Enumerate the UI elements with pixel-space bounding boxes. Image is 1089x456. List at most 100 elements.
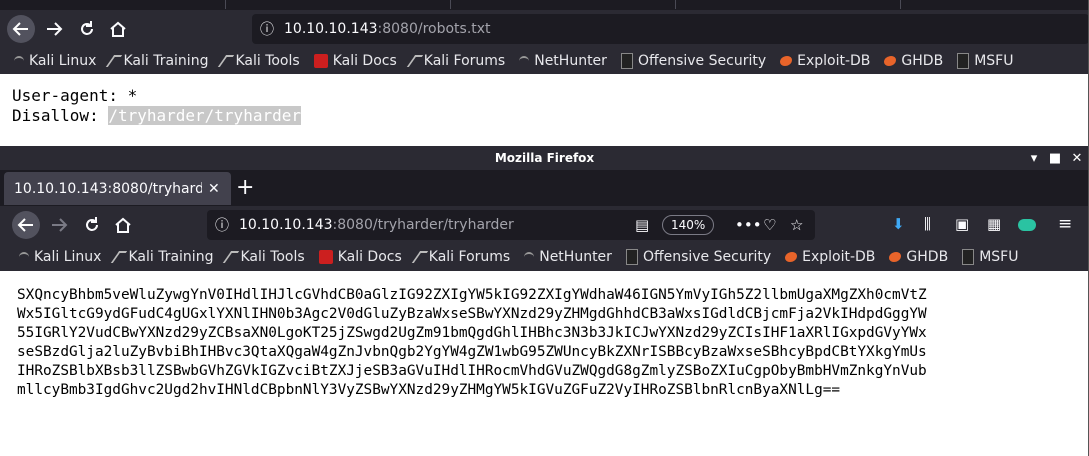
bookmark-nethunter[interactable]: NetHunter [524, 249, 612, 265]
bookmark-offensive-security[interactable]: Offensive Security [620, 53, 766, 69]
tab-separator [450, 0, 451, 9]
bookmark-kali-tools[interactable]: Kali Tools [218, 53, 300, 69]
sidebar-icon[interactable]: ▣ [955, 215, 969, 233]
kali-dragon-icon [218, 55, 235, 67]
reader-view-icon[interactable]: ▤ [635, 216, 649, 234]
bookmark-msfu[interactable]: MSFU [957, 53, 1013, 69]
tab-label: 10.10.10.143:8080/tryharder [14, 180, 202, 197]
url-host: 10.10.10.143 [284, 21, 378, 37]
bookmark-offensive-security[interactable]: Offensive Security [625, 249, 771, 265]
tab-tryharder[interactable]: 10.10.10.143:8080/tryharder ✕ [4, 172, 231, 205]
kali-docs-icon [313, 54, 328, 68]
background-nav-bar: ⓘ 10.10.10.143:8080/robots.txt [0, 10, 1089, 48]
bookmark-kali-docs[interactable]: Kali Docs [318, 249, 402, 265]
menu-icon[interactable]: ≡ [1058, 214, 1072, 234]
bookmark-kali-training[interactable]: Kali Training [111, 249, 213, 265]
maximize-icon[interactable]: ■ [1044, 151, 1066, 166]
bookmark-exploit-db[interactable]: Exploit-DB [780, 53, 870, 69]
robots-txt-content: User-agent: * Disallow: /tryharder/tryhar… [12, 86, 301, 126]
tab-separator [225, 0, 226, 9]
reload-button[interactable] [78, 211, 106, 239]
url-bar[interactable]: ⓘ 10.10.10.143:8080/tryharder/tryharder … [207, 210, 815, 240]
url-bar[interactable]: ⓘ 10.10.10.143:8080/robots.txt [252, 14, 1089, 44]
nethunter-icon [524, 252, 535, 262]
bookmark-kali-forums[interactable]: Kali Forums [406, 53, 505, 69]
base64-text-block: SXQncyBhbm5veWluZywgYnV0IHdlIHJlcGVhdCB0… [17, 286, 1077, 400]
zoom-level[interactable]: 140% [662, 215, 715, 235]
home-icon [115, 217, 131, 233]
info-icon: ⓘ [260, 22, 274, 38]
bookmark-kali-tools[interactable]: Kali Tools [223, 249, 305, 265]
robots-line-disallow: Disallow: /tryharder/tryharder [12, 106, 301, 125]
window-title: Mozilla Firefox [494, 151, 595, 165]
bookmark-msfu[interactable]: MSFU [962, 249, 1018, 265]
bookmark-kali-linux[interactable]: Kali Linux [19, 249, 101, 265]
home-icon [110, 21, 126, 37]
nav-bar: ⓘ 10.10.10.143:8080/tryharder/tryharder … [0, 206, 1089, 244]
forward-button[interactable] [45, 211, 73, 239]
robots-line-useragent: User-agent: * [12, 86, 138, 105]
url-host: 10.10.10.143 [239, 217, 333, 233]
close-window-icon[interactable]: ✕ [1066, 151, 1088, 166]
selected-disallow-path[interactable]: /tryharder/tryharder [108, 106, 301, 125]
reload-icon [86, 217, 98, 231]
downloads-icon[interactable]: ⬇ [892, 215, 905, 233]
reload-button[interactable] [73, 15, 101, 43]
back-arrow-icon [12, 22, 28, 36]
exploit-db-icon [785, 252, 798, 262]
msfu-icon [957, 53, 970, 69]
text-line: seSBzdGlja2luZyBvbiBhIHBvc3QtaXQgaW4gZnJ… [17, 344, 927, 360]
minimize-icon[interactable]: ▾ [1024, 151, 1044, 166]
kali-docs-icon [318, 250, 333, 264]
bookmark-ghdb[interactable]: GHDB [884, 53, 943, 69]
kali-dragon-icon [406, 55, 423, 67]
msfu-icon [962, 249, 975, 265]
background-tab-strip [0, 0, 1089, 10]
url-path: :8080/tryharder/tryharder [332, 217, 514, 233]
back-arrow-icon [17, 218, 33, 232]
bookmark-kali-linux[interactable]: Kali Linux [14, 53, 96, 69]
reader-icon[interactable]: ▦ [987, 215, 1001, 233]
bookmarks-bar: Kali Linux Kali Training Kali Tools Kali… [0, 243, 1089, 271]
info-icon: ⓘ [215, 218, 229, 234]
ghdb-icon [889, 252, 902, 262]
window-titlebar[interactable]: Mozilla Firefox [0, 146, 1089, 170]
bookmark-ghdb[interactable]: GHDB [889, 249, 948, 265]
background-bookmarks-bar: Kali Linux Kali Training Kali Tools Kali… [0, 48, 1089, 74]
text-line: IHRoZSBlbXBsb3llZSBwbGVhZGVkIGZvciBtZXJj… [17, 363, 927, 379]
offsec-icon [620, 53, 633, 69]
kali-dragon-icon [111, 251, 128, 263]
kali-dragon-icon [223, 251, 240, 263]
kali-dragon-icon [411, 251, 428, 263]
reload-icon [81, 21, 93, 35]
extension-toggle-icon[interactable] [1018, 219, 1036, 231]
library-icon[interactable]: ⫼ [924, 215, 931, 233]
forward-button[interactable] [40, 15, 68, 43]
ghdb-icon [884, 56, 897, 66]
bookmark-kali-forums[interactable]: Kali Forums [411, 249, 510, 265]
text-line: SXQncyBhbm5veWluZywgYnV0IHdlIHJlcGVhdCB0… [17, 287, 927, 303]
back-button[interactable] [12, 211, 40, 239]
bookmark-star-icon[interactable]: ☆ [790, 216, 803, 234]
bookmark-kali-docs[interactable]: Kali Docs [313, 53, 397, 69]
tab-separator [900, 0, 901, 9]
new-tab-button[interactable]: + [236, 175, 254, 200]
nethunter-icon [519, 56, 530, 66]
bookmark-exploit-db[interactable]: Exploit-DB [785, 249, 875, 265]
text-line: 55IGRlY2VudCBwYXNzd29yZCBsaXN0LgoKT25jZS… [17, 325, 927, 341]
close-tab-icon[interactable]: ✕ [208, 181, 220, 197]
home-button[interactable] [109, 211, 137, 239]
kali-dragon-icon [106, 55, 123, 67]
window-controls: ▾ ■ ✕ [1024, 146, 1088, 170]
back-button[interactable] [7, 15, 35, 43]
bookmark-nethunter[interactable]: NetHunter [519, 53, 607, 69]
text-line: Wx5IGltcG9ydGFudC4gUGxlYXNlIHN0b3Agc2V0d… [17, 306, 927, 322]
text-line: mllcyBmb3IgdGhvc2Ugd2hvIHNldCBpbnNlY3VyZ… [17, 382, 841, 398]
forward-arrow-icon [52, 218, 68, 232]
kali-icon [19, 252, 29, 262]
bookmark-kali-training[interactable]: Kali Training [106, 53, 208, 69]
home-button[interactable] [104, 15, 132, 43]
page-actions-icon[interactable]: ••• [735, 216, 762, 234]
pocket-icon[interactable]: ♡ [763, 216, 776, 234]
kali-icon [14, 56, 24, 66]
